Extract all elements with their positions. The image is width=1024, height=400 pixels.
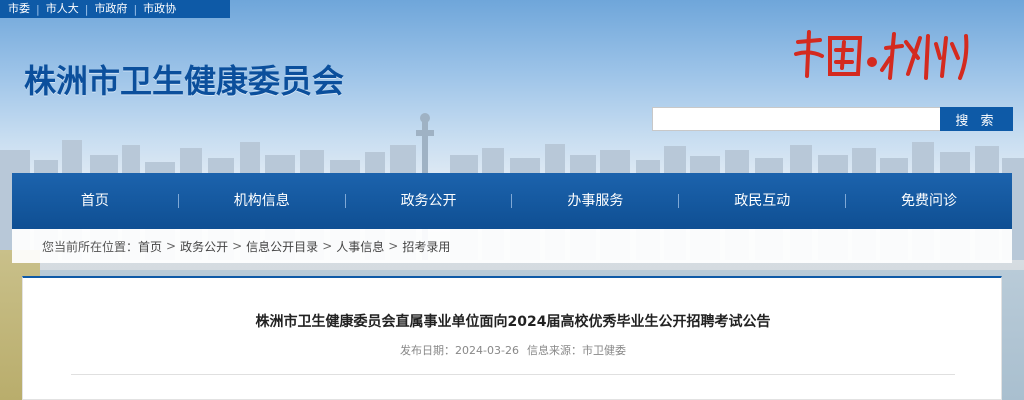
topbar-separator: | xyxy=(36,2,40,16)
breadcrumb-item-info-catalog[interactable]: 信息公开目录 xyxy=(246,238,318,255)
topbar-separator: | xyxy=(84,2,89,16)
top-link-bar: 市委 | 市人大 | 市政府 | 市政协 xyxy=(0,0,230,18)
topbar-link-government[interactable]: 市政府 xyxy=(94,0,127,18)
source-value: 市卫健委 xyxy=(581,344,626,357)
topbar-link-city-committee[interactable]: 市委 xyxy=(8,0,30,18)
breadcrumb-separator: > xyxy=(388,239,399,253)
breadcrumb-item-home[interactable]: 首页 xyxy=(138,238,162,255)
nav-item-interaction[interactable]: 政民互动 xyxy=(679,173,845,229)
article-meta: 发布日期：2024-03-26 信息来源：市卫健委 xyxy=(23,342,1003,358)
breadcrumb: 您当前所在位置： 首页 > 政务公开 > 信息公开目录 > 人事信息 > 招考录… xyxy=(12,229,1012,263)
search-button[interactable]: 搜 索 xyxy=(940,107,1013,131)
nav-item-government-affairs[interactable]: 政务公开 xyxy=(346,173,512,229)
site-title[interactable]: 株洲市卫生健康委员会 xyxy=(24,56,344,102)
source-label: 信息来源： xyxy=(526,344,582,357)
topbar-link-congress[interactable]: 市人大 xyxy=(46,0,79,18)
breadcrumb-separator: > xyxy=(166,239,177,253)
search-input[interactable] xyxy=(652,107,941,131)
breadcrumb-item-government-affairs[interactable]: 政务公开 xyxy=(180,238,228,255)
breadcrumb-separator: > xyxy=(232,239,243,253)
nav-item-services[interactable]: 办事服务 xyxy=(512,173,678,229)
title-divider xyxy=(71,374,955,375)
nav-item-free-consultation[interactable]: 免费问诊 xyxy=(846,173,1012,229)
nav-item-home[interactable]: 首页 xyxy=(12,173,178,229)
china-zhuzhou-calligraphy-logo xyxy=(794,30,969,80)
breadcrumb-item-personnel-info[interactable]: 人事信息 xyxy=(336,238,384,255)
topbar-link-cppcc[interactable]: 市政协 xyxy=(143,0,176,18)
breadcrumb-prefix: 您当前所在位置： xyxy=(42,239,139,254)
publish-date-label: 发布日期： xyxy=(400,344,456,357)
main-nav: 首页 机构信息 政务公开 办事服务 政民互动 免费问诊 xyxy=(12,173,1012,229)
breadcrumb-separator: > xyxy=(322,239,333,253)
nav-item-institution-info[interactable]: 机构信息 xyxy=(179,173,345,229)
article-panel: 株洲市卫生健康委员会直属事业单位面向2024届高校优秀毕业生公开招聘考试公告 发… xyxy=(22,276,1002,400)
article-title: 株洲市卫生健康委员会直属事业单位面向2024届高校优秀毕业生公开招聘考试公告 xyxy=(255,314,771,330)
breadcrumb-item-recruitment[interactable]: 招考录用 xyxy=(402,238,450,255)
topbar-separator: | xyxy=(133,2,138,16)
publish-date: 2024-03-26 xyxy=(455,344,519,357)
